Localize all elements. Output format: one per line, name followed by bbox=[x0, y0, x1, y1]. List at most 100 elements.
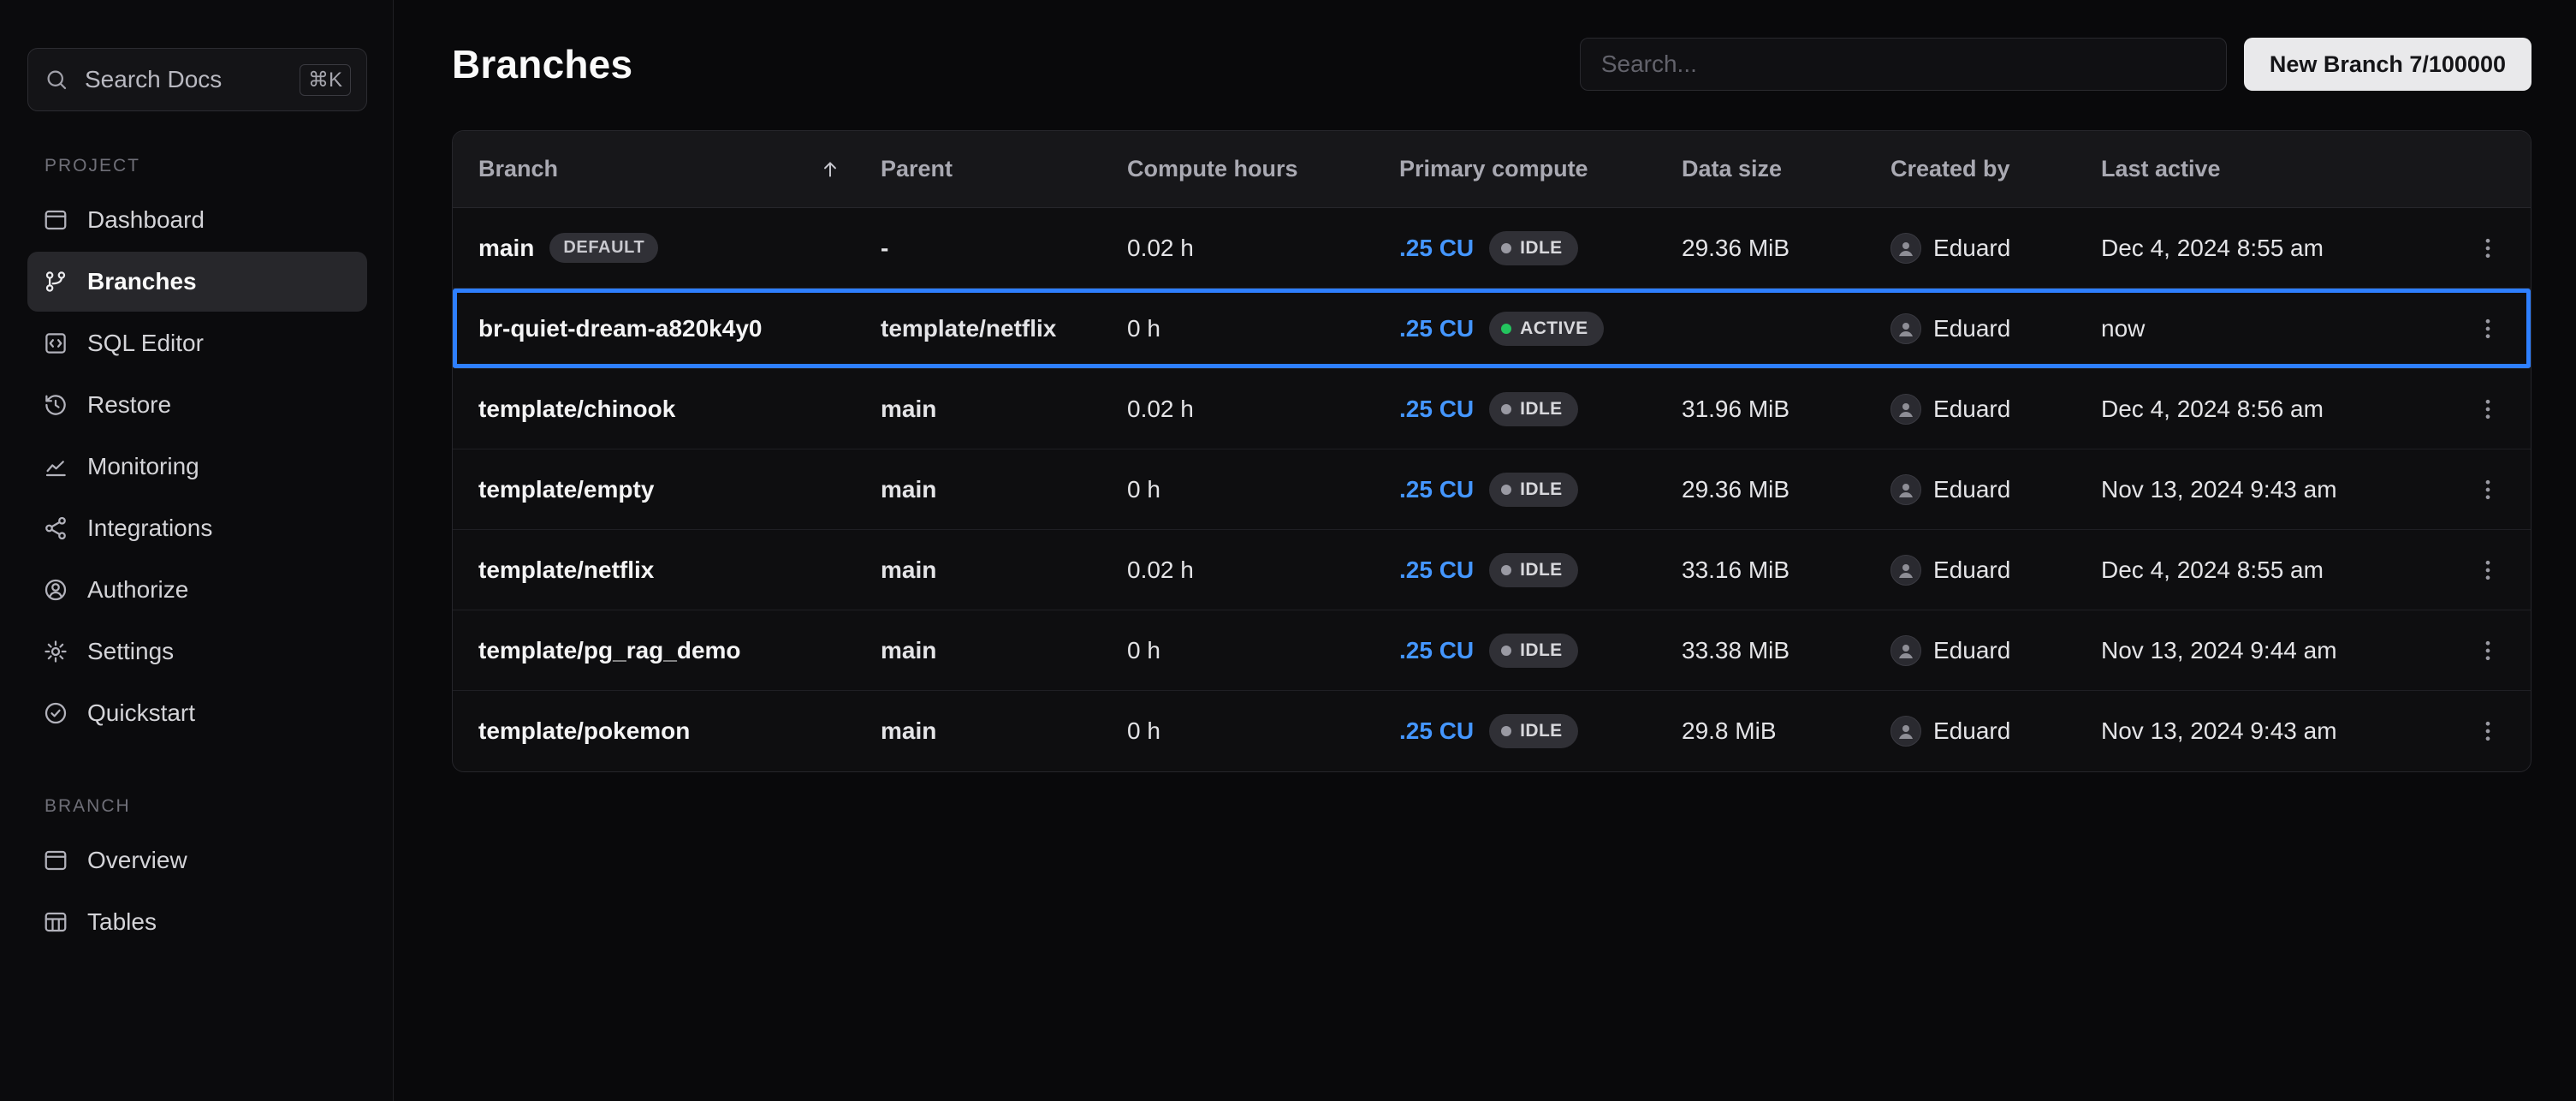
project-section-label: PROJECT bbox=[45, 156, 367, 176]
sidebar-item-overview[interactable]: Overview bbox=[27, 830, 367, 890]
table-row-template-chinook[interactable]: template/chinook main 0.02 h .25 CU IDLE… bbox=[453, 369, 2531, 449]
branches-icon bbox=[43, 269, 68, 295]
avatar bbox=[1890, 716, 1921, 747]
page-title: Branches bbox=[452, 41, 632, 87]
table-row-br-quiet-dream-a820k4y0[interactable]: br-quiet-dream-a820k4y0 template/netflix… bbox=[453, 289, 2531, 369]
search-docs-label: Search Docs bbox=[85, 66, 222, 93]
new-branch-button[interactable]: New Branch 7/100000 bbox=[2244, 38, 2531, 91]
status-dot-icon bbox=[1501, 243, 1511, 253]
dashboard-icon bbox=[43, 207, 68, 233]
sidebar-item-integrations[interactable]: Integrations bbox=[27, 498, 367, 558]
status-badge: IDLE bbox=[1489, 714, 1577, 748]
sidebar-item-branches[interactable]: Branches bbox=[27, 252, 367, 312]
branch-name: template/netflix bbox=[478, 556, 654, 584]
sidebar-item-label: Branches bbox=[87, 268, 197, 295]
compute-units: .25 CU bbox=[1399, 396, 1474, 423]
table-row-template-netflix[interactable]: template/netflix main 0.02 h .25 CU IDLE… bbox=[453, 530, 2531, 610]
branch-cell: main DEFAULT bbox=[478, 233, 881, 263]
sidebar-item-restore[interactable]: Restore bbox=[27, 375, 367, 435]
table-row-template-pokemon[interactable]: template/pokemon main 0 h .25 CU IDLE 29… bbox=[453, 691, 2531, 771]
column-header-data-size[interactable]: Data size bbox=[1682, 156, 1890, 182]
row-menu-kebab-icon[interactable] bbox=[2469, 229, 2507, 267]
created-by-name: Eduard bbox=[1933, 315, 2010, 342]
primary-compute-cell: .25 CU IDLE bbox=[1399, 634, 1682, 668]
table-row-template-pg-rag-demo[interactable]: template/pg_rag_demo main 0 h .25 CU IDL… bbox=[453, 610, 2531, 691]
sidebar-item-authorize[interactable]: Authorize bbox=[27, 560, 367, 620]
status-badge: IDLE bbox=[1489, 553, 1577, 587]
data-size-cell: 33.16 MiB bbox=[1682, 556, 1890, 584]
created-by-name: Eduard bbox=[1933, 556, 2010, 584]
status-dot-icon bbox=[1501, 404, 1511, 414]
created-by-name: Eduard bbox=[1933, 396, 2010, 423]
compute-hours-cell: 0.02 h bbox=[1127, 235, 1399, 262]
created-by-cell: Eduard bbox=[1890, 313, 2101, 344]
sql-editor-icon bbox=[43, 330, 68, 356]
authorize-icon bbox=[43, 577, 68, 603]
status-dot-icon bbox=[1501, 324, 1511, 334]
sidebar-item-label: Monitoring bbox=[87, 453, 199, 480]
row-menu-kebab-icon[interactable] bbox=[2469, 551, 2507, 589]
overview-icon bbox=[43, 848, 68, 873]
branch-name: template/pokemon bbox=[478, 717, 690, 745]
status-badge: IDLE bbox=[1489, 473, 1577, 507]
row-menu-kebab-icon[interactable] bbox=[2469, 310, 2507, 348]
status-badge: ACTIVE bbox=[1489, 312, 1603, 346]
table-row-main[interactable]: main DEFAULT - 0.02 h .25 CU IDLE 29.36 … bbox=[453, 208, 2531, 289]
row-menu-kebab-icon[interactable] bbox=[2469, 390, 2507, 428]
sidebar-item-dashboard[interactable]: Dashboard bbox=[27, 190, 367, 250]
sidebar-item-label: Overview bbox=[87, 847, 187, 874]
search-docs-button[interactable]: Search Docs ⌘K bbox=[27, 48, 367, 111]
column-header-branch[interactable]: Branch bbox=[478, 156, 881, 182]
row-menu-kebab-icon[interactable] bbox=[2469, 712, 2507, 750]
compute-units: .25 CU bbox=[1399, 717, 1474, 745]
gear-icon bbox=[43, 639, 68, 664]
branch-section-label: BRANCH bbox=[45, 796, 367, 817]
column-header-compute-hours[interactable]: Compute hours bbox=[1127, 156, 1399, 182]
data-size-cell: 31.96 MiB bbox=[1682, 396, 1890, 423]
last-active-cell: Nov 13, 2024 9:43 am bbox=[2101, 717, 2469, 745]
sidebar-item-sql-editor[interactable]: SQL Editor bbox=[27, 313, 367, 373]
status-badge: IDLE bbox=[1489, 231, 1577, 265]
search-docs-shortcut: ⌘K bbox=[300, 64, 351, 96]
sidebar-item-label: Restore bbox=[87, 391, 171, 419]
sidebar-item-quickstart[interactable]: Quickstart bbox=[27, 683, 367, 743]
column-header-last-active[interactable]: Last active bbox=[2101, 156, 2469, 182]
parent-cell: main bbox=[881, 556, 1127, 584]
branches-table: Branch Parent Compute hours Primary comp… bbox=[452, 130, 2531, 772]
created-by-cell: Eduard bbox=[1890, 555, 2101, 586]
branch-name: br-quiet-dream-a820k4y0 bbox=[478, 315, 762, 342]
primary-compute-cell: .25 CU IDLE bbox=[1399, 392, 1682, 426]
parent-cell: main bbox=[881, 637, 1127, 664]
sidebar-item-label: Tables bbox=[87, 908, 157, 936]
created-by-cell: Eduard bbox=[1890, 233, 2101, 264]
branch-cell: template/empty bbox=[478, 476, 881, 503]
row-menu-kebab-icon[interactable] bbox=[2469, 471, 2507, 509]
parent-cell: template/netflix bbox=[881, 315, 1127, 342]
sidebar-item-label: Dashboard bbox=[87, 206, 205, 234]
compute-hours-cell: 0 h bbox=[1127, 476, 1399, 503]
last-active-cell: Dec 4, 2024 8:56 am bbox=[2101, 396, 2469, 423]
sidebar-item-settings[interactable]: Settings bbox=[27, 622, 367, 681]
compute-hours-cell: 0.02 h bbox=[1127, 556, 1399, 584]
sidebar-item-monitoring[interactable]: Monitoring bbox=[27, 437, 367, 497]
branch-name: template/pg_rag_demo bbox=[478, 637, 741, 664]
sidebar-item-tables[interactable]: Tables bbox=[27, 892, 367, 952]
last-active-cell: Nov 13, 2024 9:43 am bbox=[2101, 476, 2469, 503]
data-size-cell: 29.36 MiB bbox=[1682, 235, 1890, 262]
branch-cell: template/pg_rag_demo bbox=[478, 637, 881, 664]
compute-hours-cell: 0 h bbox=[1127, 315, 1399, 342]
column-header-primary-compute[interactable]: Primary compute bbox=[1399, 156, 1682, 182]
table-header-row: Branch Parent Compute hours Primary comp… bbox=[453, 131, 2531, 208]
parent-cell: main bbox=[881, 476, 1127, 503]
avatar bbox=[1890, 635, 1921, 666]
compute-units: .25 CU bbox=[1399, 235, 1474, 262]
search-icon bbox=[44, 67, 69, 92]
row-menu-kebab-icon[interactable] bbox=[2469, 632, 2507, 670]
column-header-parent[interactable]: Parent bbox=[881, 156, 1127, 182]
check-circle-icon bbox=[43, 700, 68, 726]
branch-cell: template/chinook bbox=[478, 396, 881, 423]
table-row-template-empty[interactable]: template/empty main 0 h .25 CU IDLE 29.3… bbox=[453, 449, 2531, 530]
data-size-cell: 29.8 MiB bbox=[1682, 717, 1890, 745]
column-header-created-by[interactable]: Created by bbox=[1890, 156, 2101, 182]
search-input[interactable] bbox=[1580, 38, 2227, 91]
